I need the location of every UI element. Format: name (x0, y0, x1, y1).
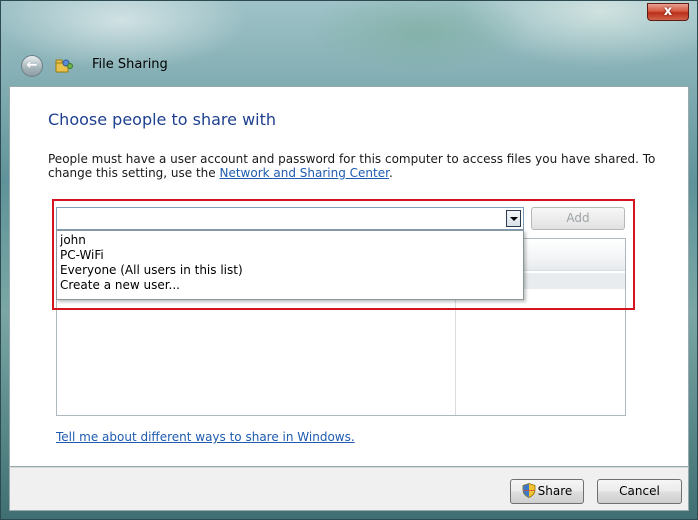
close-button[interactable]: x (647, 3, 689, 21)
close-icon: x (663, 4, 673, 19)
help-link[interactable]: Tell me about different ways to share in… (56, 430, 355, 444)
back-arrow-icon: ← (26, 58, 38, 73)
network-sharing-center-link[interactable]: Network and Sharing Center (219, 166, 388, 180)
share-button[interactable]: Share (510, 479, 584, 504)
file-sharing-icon (55, 59, 73, 73)
back-button[interactable]: ← (21, 55, 43, 77)
annotation-highlight-box (52, 199, 635, 310)
window-title: File Sharing (92, 57, 168, 72)
footer-bar (9, 467, 689, 511)
page-title: Choose people to share with (48, 110, 277, 129)
description-end: . (388, 166, 393, 180)
share-button-label: Share (537, 484, 573, 498)
cancel-button[interactable]: Cancel (597, 479, 682, 504)
shield-icon (522, 483, 536, 498)
description-text: People must have a user account and pass… (48, 152, 668, 180)
